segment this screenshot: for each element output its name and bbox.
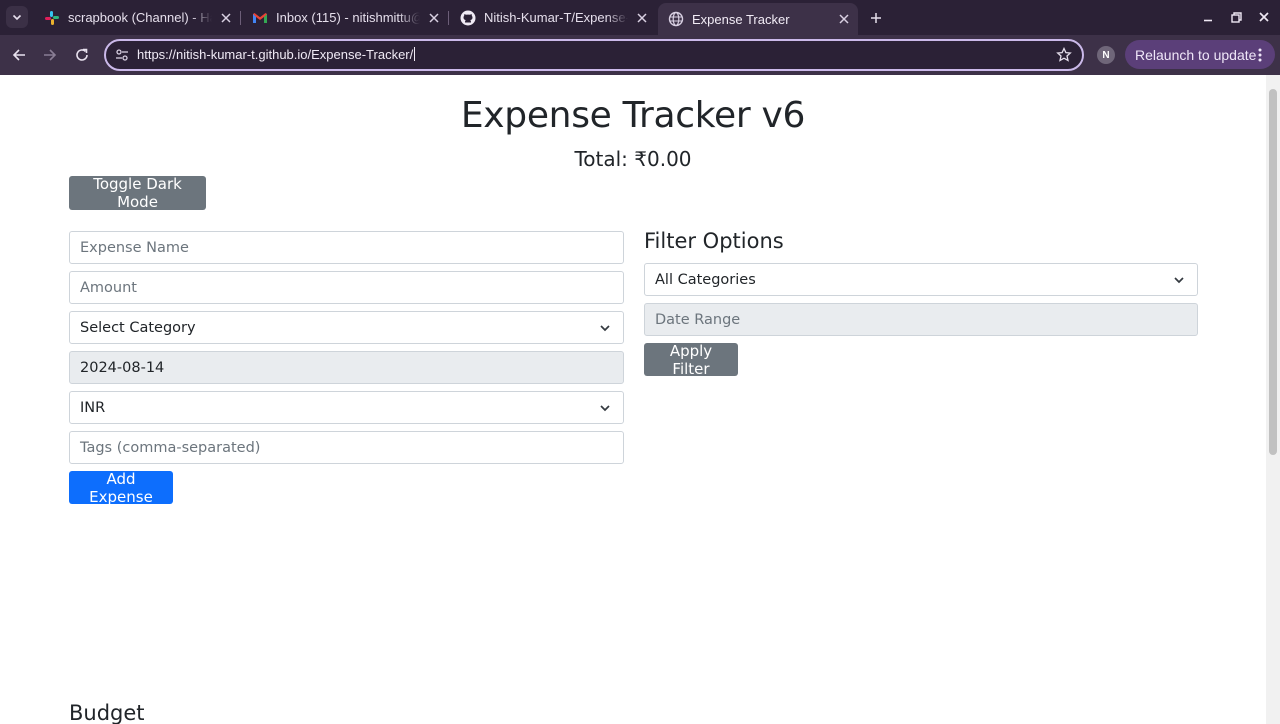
tab-separator xyxy=(448,11,449,25)
tags-input[interactable]: Tags (comma-separated) xyxy=(69,431,624,464)
close-icon xyxy=(1259,12,1269,22)
add-expense-button[interactable]: Add Expense xyxy=(69,470,173,506)
tab-title: Inbox (115) - nitishmittu@gmail.com xyxy=(276,10,420,25)
vertical-scrollbar[interactable] xyxy=(1266,75,1280,724)
relaunch-label: Relaunch to update xyxy=(1135,46,1257,63)
address-bar[interactable]: https://nitish-kumar-t.github.io/Expense… xyxy=(104,39,1084,71)
tab-expense-tracker[interactable]: Expense Tracker xyxy=(658,3,858,35)
slack-icon xyxy=(45,10,59,25)
date-range-input[interactable]: Date Range xyxy=(644,303,1198,336)
chevron-down-icon xyxy=(600,405,610,412)
browser-tab-strip: scrapbook (Channel) - Hack Club - Slack … xyxy=(0,0,1280,35)
tab-slack[interactable]: scrapbook (Channel) - Hack Club - Slack xyxy=(34,4,240,31)
close-icon[interactable] xyxy=(426,10,442,26)
more-vert-icon xyxy=(1258,48,1262,62)
back-button[interactable] xyxy=(9,45,29,65)
profile-avatar[interactable]: N xyxy=(1097,46,1115,64)
filter-heading: Filter Options xyxy=(644,229,784,253)
gmail-icon xyxy=(253,12,267,23)
close-icon[interactable] xyxy=(218,10,234,26)
expense-name-input[interactable]: Expense Name xyxy=(69,231,624,264)
url-text[interactable]: https://nitish-kumar-t.github.io/Expense… xyxy=(137,47,415,62)
tab-gmail[interactable]: Inbox (115) - nitishmittu@gmail.com xyxy=(242,4,448,31)
budget-heading: Budget xyxy=(69,701,145,724)
new-tab-button[interactable] xyxy=(866,8,886,28)
bookmark-star-icon[interactable] xyxy=(1056,47,1072,63)
tags-placeholder: Tags (comma-separated) xyxy=(80,439,261,456)
restore-icon xyxy=(1230,11,1242,23)
scrollbar-thumb[interactable] xyxy=(1269,89,1277,455)
site-settings-icon[interactable] xyxy=(114,47,130,63)
close-icon[interactable] xyxy=(634,10,650,26)
filter-category-selected: All Categories xyxy=(655,271,756,288)
total-amount: Total: ₹0.00 xyxy=(574,147,692,171)
globe-icon xyxy=(668,11,684,27)
filter-category-select[interactable]: All Categories xyxy=(644,263,1198,296)
browser-toolbar: https://nitish-kumar-t.github.io/Expense… xyxy=(0,35,1280,75)
forward-button[interactable] xyxy=(40,45,60,65)
date-range-placeholder: Date Range xyxy=(655,311,741,328)
minimize-button[interactable] xyxy=(1200,9,1216,25)
chevron-down-icon xyxy=(600,325,610,332)
tab-search-button[interactable] xyxy=(6,6,28,28)
amount-input[interactable]: Amount xyxy=(69,271,624,304)
github-icon xyxy=(460,10,476,25)
close-window-button[interactable] xyxy=(1256,9,1272,25)
chevron-down-icon xyxy=(1174,277,1184,284)
chevron-down-icon xyxy=(12,14,22,21)
category-select[interactable]: Select Category xyxy=(69,311,624,344)
amount-placeholder: Amount xyxy=(80,279,137,296)
restore-button[interactable] xyxy=(1228,9,1244,25)
tab-title: scrapbook (Channel) - Hack Club - Slack xyxy=(68,10,212,25)
tab-title: Nitish-Kumar-T/Expense-Tracker xyxy=(484,10,628,25)
expense-name-placeholder: Expense Name xyxy=(80,239,189,256)
date-input[interactable]: 2024-08-14 xyxy=(69,351,624,384)
date-value: 2024-08-14 xyxy=(80,359,165,376)
minimize-icon xyxy=(1204,19,1212,22)
close-icon[interactable] xyxy=(836,11,852,27)
category-selected: Select Category xyxy=(80,319,196,336)
currency-select[interactable]: INR xyxy=(69,391,624,424)
relaunch-button[interactable]: Relaunch to update xyxy=(1125,40,1275,69)
arrow-right-icon xyxy=(44,49,57,61)
apply-filter-button[interactable]: Apply Filter xyxy=(644,342,738,378)
page-viewport: Expense Tracker v6 Total: ₹0.00 Toggle D… xyxy=(0,75,1280,724)
toggle-dark-mode-button[interactable]: Toggle Dark Mode xyxy=(69,175,206,211)
reload-button[interactable] xyxy=(72,45,92,65)
arrow-left-icon xyxy=(12,49,25,61)
tab-github[interactable]: Nitish-Kumar-T/Expense-Tracker xyxy=(450,4,656,31)
currency-selected: INR xyxy=(80,399,106,416)
reload-icon xyxy=(76,48,88,61)
plus-icon xyxy=(871,13,881,23)
tab-separator xyxy=(240,11,241,25)
page-title: Expense Tracker v6 xyxy=(460,95,806,136)
tab-title: Expense Tracker xyxy=(692,11,790,27)
